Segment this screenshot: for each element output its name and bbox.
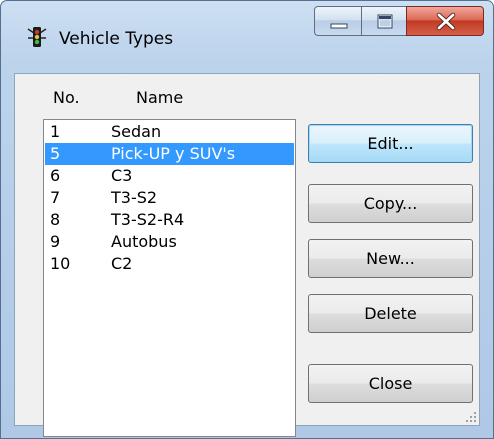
list-item-selected[interactable]: 5 Pick-UP y SUV's: [45, 143, 294, 165]
list-item[interactable]: 6 C3: [45, 165, 294, 187]
copy-button[interactable]: Copy...: [308, 184, 473, 223]
minimize-button[interactable]: [314, 6, 362, 36]
close-window-button[interactable]: [406, 6, 484, 36]
column-header-no: No.: [53, 88, 80, 107]
edit-button[interactable]: Edit...: [308, 124, 473, 163]
list-item-no: 1: [50, 122, 61, 141]
maximize-icon: [377, 14, 393, 29]
list-item-name: Autobus: [111, 232, 177, 251]
vehicle-types-window: Vehicle Types No. Name 1 Sedan 5 Pick-UP…: [0, 0, 494, 439]
window-title: Vehicle Types: [59, 29, 174, 49]
list-item-name: C3: [111, 166, 133, 185]
list-item[interactable]: 7 T3-S2: [45, 187, 294, 209]
list-item[interactable]: 1 Sedan: [45, 121, 294, 143]
delete-button[interactable]: Delete: [308, 294, 473, 333]
list-item-no: 5: [50, 144, 61, 163]
close-icon: [436, 12, 456, 31]
list-item-name: Pick-UP y SUV's: [111, 144, 236, 163]
traffic-light-icon[interactable]: [25, 25, 49, 49]
vehicle-types-list[interactable]: 1 Sedan 5 Pick-UP y SUV's 6 C3 7 T3-S2 8…: [43, 119, 296, 437]
close-button[interactable]: Close: [308, 364, 473, 403]
maximize-button[interactable]: [361, 6, 407, 36]
list-item-no: 8: [50, 210, 61, 229]
resize-grip-icon[interactable]: [465, 411, 477, 423]
list-item-no: 9: [50, 232, 61, 251]
list-item[interactable]: 8 T3-S2-R4: [45, 209, 294, 231]
new-button[interactable]: New...: [308, 239, 473, 278]
list-item-no: 6: [50, 166, 61, 185]
list-item-name: T3-S2-R4: [111, 210, 185, 229]
list-item-no: 10: [50, 254, 71, 273]
list-item-name: Sedan: [111, 122, 162, 141]
list-item-name: C2: [111, 254, 133, 273]
list-item[interactable]: 10 C2: [45, 253, 294, 275]
title-bar[interactable]: Vehicle Types: [1, 1, 493, 73]
list-item-no: 7: [50, 188, 61, 207]
dialog-client-area: No. Name 1 Sedan 5 Pick-UP y SUV's 6 C3 …: [14, 73, 480, 437]
column-header-name: Name: [136, 88, 184, 107]
minimize-icon: [330, 23, 348, 29]
caption-buttons: [314, 6, 484, 36]
list-item[interactable]: 9 Autobus: [45, 231, 294, 253]
list-item-name: T3-S2: [111, 188, 158, 207]
